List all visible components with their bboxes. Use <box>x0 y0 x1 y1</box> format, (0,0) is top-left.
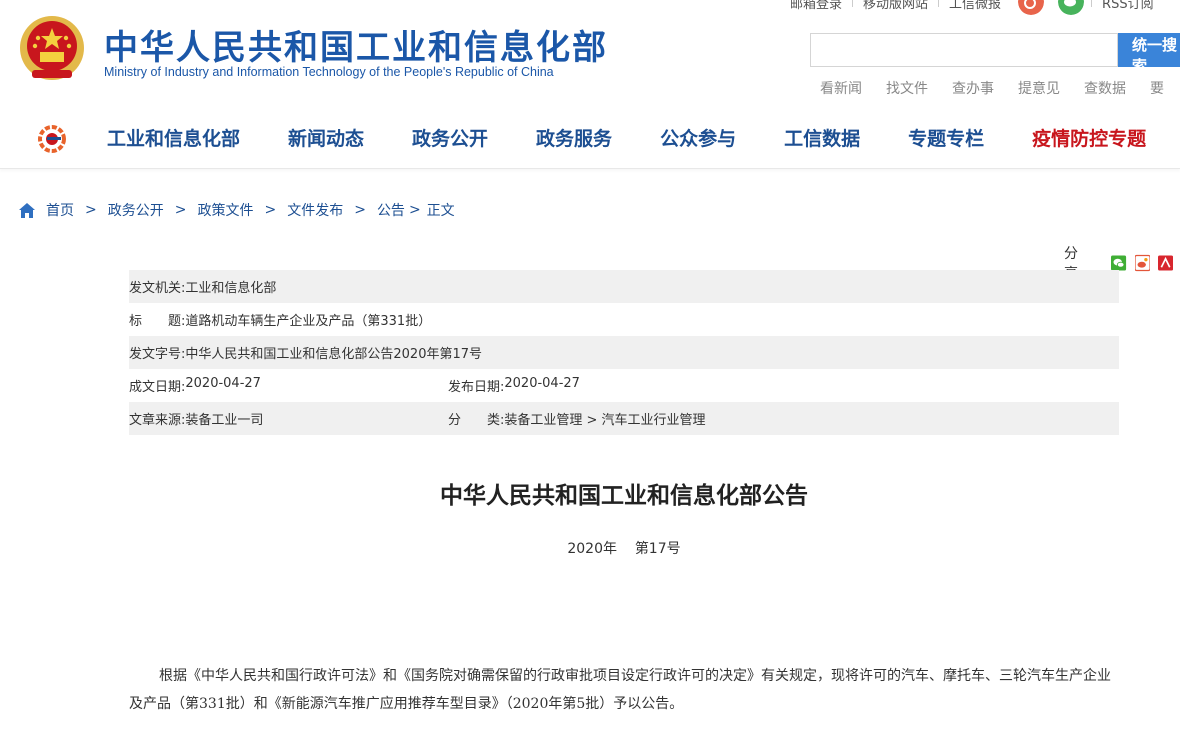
quick-link-feedback[interactable]: 提意见 <box>1018 78 1060 98</box>
nav-item-public-participation[interactable]: 公众参与 <box>660 124 736 151</box>
meta-label: 文章来源: <box>129 413 186 428</box>
wechat-icon[interactable] <box>1058 0 1085 15</box>
breadcrumb-doc-release[interactable]: 文件发布 <box>287 200 343 220</box>
other-share-icon[interactable] <box>1157 254 1173 272</box>
meta-row-dates: 成文日期: 2020-04-27 发布日期: 2020-04-27 <box>129 369 1119 402</box>
quick-link-more[interactable]: 要 <box>1150 78 1164 98</box>
breadcrumb-announcement[interactable]: 公告 <box>377 200 405 220</box>
weibo-share-icon[interactable] <box>1134 254 1150 272</box>
quick-link-news[interactable]: 看新闻 <box>820 78 862 98</box>
meta-value: 2020-04-27 <box>504 376 580 391</box>
mail-login-link[interactable]: 邮箱登录 <box>780 0 852 12</box>
meta-value: 2020-04-27 <box>185 376 261 391</box>
article-number: 2020年 第17号 <box>0 538 1180 558</box>
meta-label: 类: <box>487 413 505 428</box>
national-emblem-logo[interactable] <box>18 14 86 84</box>
search-button[interactable]: 统一搜索 <box>1118 33 1180 75</box>
meta-label: 成文日期: <box>129 380 186 395</box>
top-utility-bar: 邮箱登录 移动版网站 工信微报 RSS订阅 <box>780 0 1164 15</box>
breadcrumb: 首页 > 政务公开 > 政策文件 > 文件发布 > 公告 > 正文 <box>18 200 455 220</box>
ministry-logo-icon[interactable] <box>36 124 68 154</box>
nav-item-epidemic[interactable]: 疫情防控专题 <box>1032 124 1146 151</box>
breadcrumb-separator: > <box>264 202 277 218</box>
nav-item-ministry[interactable]: 工业和信息化部 <box>107 124 240 151</box>
breadcrumb-current: 正文 <box>426 203 455 219</box>
site-title[interactable]: 中华人民共和国工业和信息化部 <box>104 20 608 69</box>
meta-label: 发文机关: <box>129 281 186 296</box>
meta-row-issuer: 发文机关: 工业和信息化部 <box>129 270 1119 303</box>
document-meta-table: 发文机关: 工业和信息化部 标 题: 道路机动车辆生产企业及产品（第331批） … <box>129 270 1119 435</box>
meta-label: 分 <box>448 413 462 428</box>
meta-row-source: 文章来源: 装备工业一司 分 类: 装备工业管理 > 汽车工业行业管理 <box>129 402 1119 435</box>
article-body: 根据《中华人民共和国行政许可法》和《国务院对确需保留的行政审批项目设定行政许可的… <box>129 668 1111 712</box>
home-icon[interactable] <box>18 202 36 219</box>
site-title-english: Ministry of Industry and Information Tec… <box>104 65 554 79</box>
breadcrumb-separator: > <box>354 202 366 218</box>
breadcrumb-gov-affairs[interactable]: 政务公开 <box>108 200 164 220</box>
nav-item-news[interactable]: 新闻动态 <box>288 124 364 151</box>
meta-row-doc-no: 发文字号: 中华人民共和国工业和信息化部公告2020年第17号 <box>129 336 1119 369</box>
article-year: 2020年 <box>567 541 617 557</box>
breadcrumb-separator: > <box>174 202 187 218</box>
search-input[interactable] <box>810 33 1118 67</box>
article-issue: 第17号 <box>634 541 681 557</box>
breadcrumb-policy-docs[interactable]: 政策文件 <box>197 200 253 220</box>
quick-link-files[interactable]: 找文件 <box>886 78 928 98</box>
nav-item-data[interactable]: 工信数据 <box>784 124 860 151</box>
meta-label: 题: <box>168 314 186 329</box>
breadcrumb-separator: > <box>408 202 421 218</box>
meta-value: 中华人民共和国工业和信息化部公告2020年第17号 <box>185 347 483 362</box>
weibo-icon[interactable] <box>1018 0 1045 15</box>
quick-links: 看新闻 找文件 查办事 提意见 查数据 要 <box>820 78 1180 98</box>
breadcrumb-separator: > <box>85 202 97 218</box>
meta-value: 装备工业一司 <box>185 413 264 428</box>
meta-row-title: 标 题: 道路机动车辆生产企业及产品（第331批） <box>129 303 1119 336</box>
quick-link-services[interactable]: 查办事 <box>952 78 994 98</box>
meta-label: 发布日期: <box>448 380 505 395</box>
mobile-site-link[interactable]: 移动版网站 <box>853 0 938 12</box>
main-nav: 工业和信息化部 新闻动态 政务公开 政务服务 公众参与 工信数据 专题专栏 疫情… <box>0 110 1180 169</box>
breadcrumb-home[interactable]: 首页 <box>46 200 74 220</box>
weibo-report-link[interactable]: 工信微报 <box>939 0 1011 12</box>
nav-item-gov-affairs[interactable]: 政务公开 <box>412 124 488 151</box>
nav-item-topics[interactable]: 专题专栏 <box>908 124 984 151</box>
meta-value: 道路机动车辆生产企业及产品（第331批） <box>185 314 432 329</box>
article-title: 中华人民共和国工业和信息化部公告 <box>440 483 808 509</box>
quick-link-data[interactable]: 查数据 <box>1084 78 1126 98</box>
meta-value: 工业和信息化部 <box>185 281 277 296</box>
meta-label: 发文字号: <box>129 347 186 362</box>
nav-item-gov-services[interactable]: 政务服务 <box>536 124 612 151</box>
meta-value: 装备工业管理 > 汽车工业行业管理 <box>504 413 706 428</box>
meta-label: 标 <box>129 314 143 329</box>
rss-link[interactable]: RSS订阅 <box>1092 0 1164 12</box>
